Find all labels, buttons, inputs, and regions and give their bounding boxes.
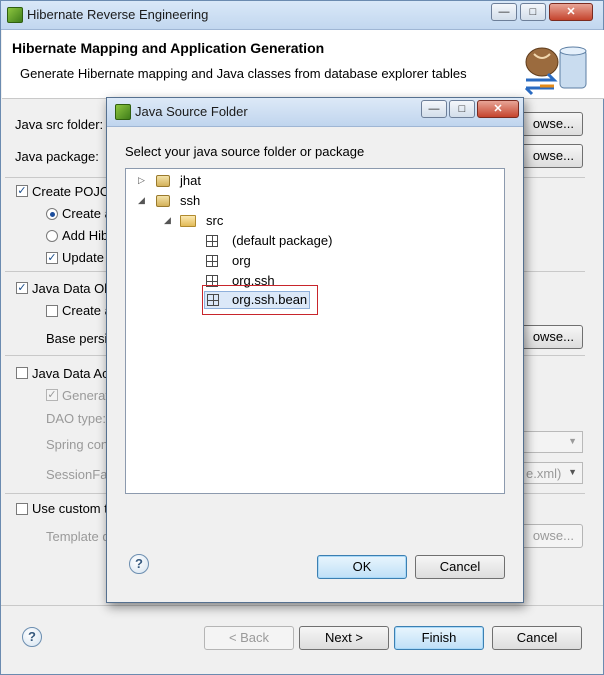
dialog-titlebar[interactable]: Java Source Folder — □ ✕ (107, 98, 523, 127)
dialog-help-icon[interactable]: ? (129, 554, 149, 574)
java-package-label: Java package: (15, 149, 99, 164)
dialog-minimize-button[interactable]: — (421, 100, 447, 118)
create-a-radio[interactable] (46, 208, 58, 220)
tree-item-label: org.ssh.bean (232, 292, 308, 307)
java-data-access-checkbox[interactable] (16, 367, 28, 379)
maximize-button[interactable]: □ (520, 3, 546, 21)
update-checkbox[interactable]: ✓ (46, 252, 58, 264)
minimize-button[interactable]: — (491, 3, 517, 21)
cancel-button[interactable]: Cancel (492, 626, 582, 650)
dialog-cancel-button[interactable]: Cancel (415, 555, 505, 579)
spring-config-label: Spring con (46, 437, 109, 452)
separator (1, 605, 603, 606)
tree-item-label: (default package) (232, 233, 333, 248)
tree-item-label: src (206, 213, 224, 228)
dialog-maximize-button[interactable]: □ (449, 100, 475, 118)
project-icon (156, 195, 170, 207)
app-icon (115, 104, 131, 120)
app-icon (7, 7, 23, 23)
chevron-down-icon: ▼ (568, 436, 577, 446)
use-custom-templates-label: Use custom t (32, 501, 108, 516)
create-pojo-checkbox[interactable]: ✓ (16, 185, 28, 197)
dialog-prompt: Select your java source folder or packag… (125, 144, 365, 159)
help-icon[interactable]: ? (22, 627, 42, 647)
tree-item-jhat[interactable]: ▷ jhat (126, 171, 504, 191)
java-source-folder-dialog: Java Source Folder — □ ✕ Select your jav… (106, 97, 524, 603)
close-button[interactable]: ✕ (549, 3, 593, 21)
source-folder-icon (180, 215, 196, 227)
session-factory-label: SessionFac (46, 467, 114, 482)
project-icon (156, 175, 170, 187)
dialog-close-button[interactable]: ✕ (477, 100, 519, 118)
wizard-banner: Hibernate Mapping and Application Genera… (2, 30, 604, 99)
tree-item-ssh[interactable]: ◢ ssh (126, 191, 504, 211)
outer-title: Hibernate Reverse Engineering (27, 7, 209, 22)
add-hib-label: Add Hib (62, 228, 109, 243)
package-icon (206, 235, 218, 247)
banner-subtitle: Generate Hibernate mapping and Java clas… (20, 66, 467, 81)
source-folder-tree[interactable]: ▷ jhat ◢ ssh ◢ src (default package) org (125, 168, 505, 494)
session-factory-value: e.xml) (526, 466, 562, 481)
package-icon (207, 294, 219, 306)
dialog-title: Java Source Folder (135, 104, 248, 119)
create-a2-label: Create a (62, 303, 112, 318)
java-data-object-checkbox[interactable]: ✓ (16, 282, 28, 294)
create-a2-checkbox[interactable] (46, 305, 58, 317)
add-hib-radio[interactable] (46, 230, 58, 242)
tree-item-label: jhat (180, 173, 201, 188)
template-directory-label: Template d (46, 529, 110, 544)
tree-item-org[interactable]: org (126, 251, 504, 271)
update-label: Update (62, 250, 104, 265)
tree-item-default-package[interactable]: (default package) (126, 231, 504, 251)
tree-item-org-ssh-bean[interactable]: org.ssh.bean (204, 291, 310, 309)
dao-type-label: DAO type: (46, 411, 106, 426)
chevron-down-icon: ▼ (568, 467, 577, 477)
ok-button[interactable]: OK (317, 555, 407, 579)
java-data-object-label: Java Data Ob (32, 281, 112, 296)
generate-checkbox[interactable]: ✓ (46, 389, 58, 401)
back-button[interactable]: < Back (204, 626, 294, 650)
banner-title: Hibernate Mapping and Application Genera… (12, 40, 325, 56)
generate-label: Generat (62, 388, 109, 403)
tree-item-src[interactable]: ◢ src (126, 211, 504, 231)
database-wizard-icon (524, 46, 587, 96)
collapse-arrow-icon[interactable]: ◢ (138, 195, 145, 206)
collapse-arrow-icon[interactable]: ◢ (164, 215, 171, 226)
next-button[interactable]: Next > (299, 626, 389, 650)
java-data-access-label: Java Data Ac (32, 366, 109, 381)
tree-item-label: org (232, 253, 251, 268)
create-pojo-label: Create POJO (32, 184, 111, 199)
outer-titlebar[interactable]: Hibernate Reverse Engineering — □ ✕ (1, 1, 603, 30)
create-a-label: Create a (62, 206, 112, 221)
expand-arrow-icon[interactable]: ▷ (138, 175, 145, 186)
tree-item-label: ssh (180, 193, 201, 208)
package-icon (206, 255, 218, 267)
java-src-folder-label: Java src folder: (15, 117, 104, 132)
use-custom-templates-checkbox[interactable] (16, 503, 28, 515)
finish-button[interactable]: Finish (394, 626, 484, 650)
base-persistence-label: Base persi (46, 331, 108, 346)
